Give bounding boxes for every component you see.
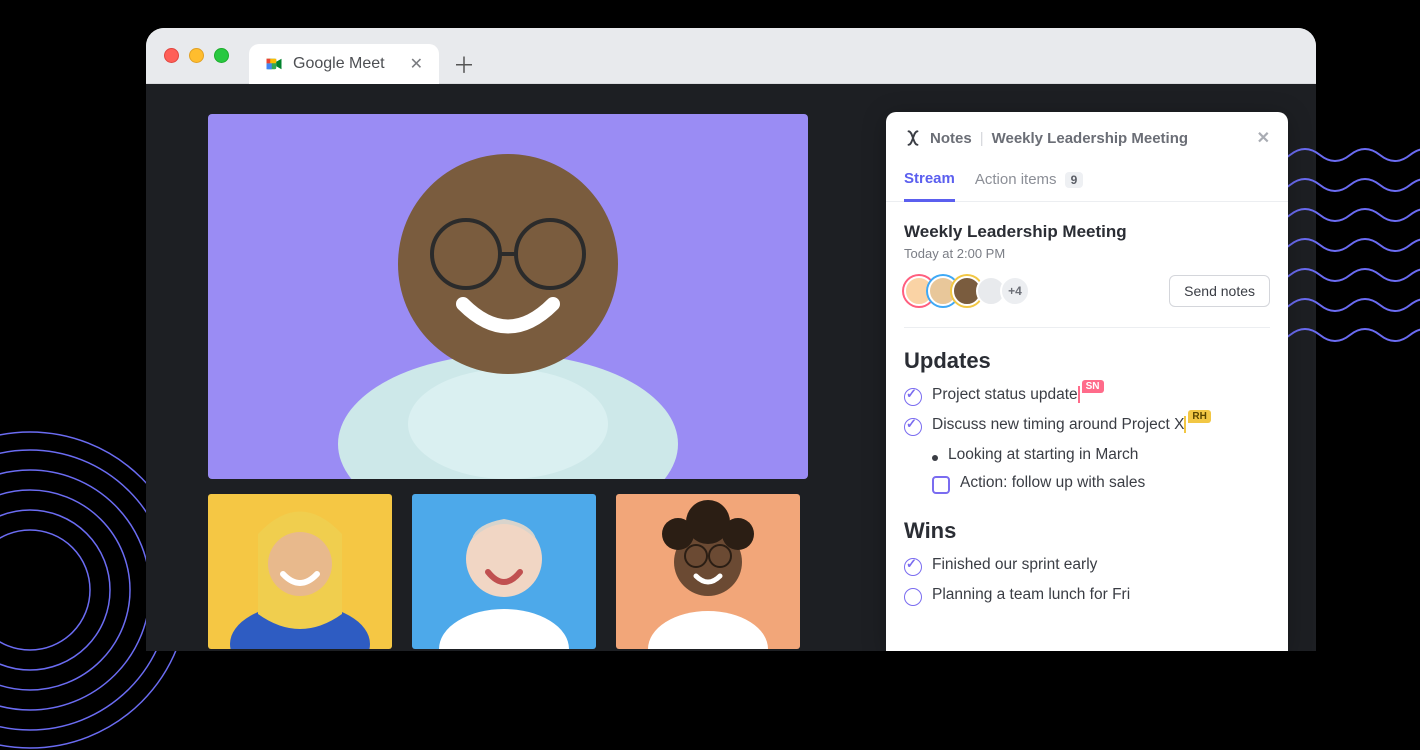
meeting-title: Weekly Leadership Meeting <box>904 222 1270 242</box>
browser-tab[interactable]: Google Meet ✕ <box>249 44 439 84</box>
new-tab-button[interactable]: ＋ <box>453 48 475 80</box>
panel-header: Notes | Weekly Leadership Meeting ✕ <box>886 112 1288 160</box>
meeting-time: Today at 2:00 PM <box>904 246 1270 261</box>
attendees-more[interactable]: +4 <box>1000 276 1030 306</box>
video-tile[interactable] <box>412 494 596 649</box>
panel-label-notes: Notes <box>930 130 972 147</box>
participant-avatar <box>208 494 392 649</box>
attendees-row: +4 Send notes <box>904 275 1270 307</box>
action-items-count: 9 <box>1065 172 1084 188</box>
participant-avatar <box>412 494 596 649</box>
send-notes-button[interactable]: Send notes <box>1169 275 1270 307</box>
window-controls <box>164 48 229 63</box>
note-subitem[interactable]: Looking at starting in March <box>932 446 1270 464</box>
participant-avatar <box>208 114 808 479</box>
checkbox-icon[interactable] <box>932 476 950 494</box>
close-window-button[interactable] <box>164 48 179 63</box>
check-icon <box>904 418 922 436</box>
panel-meeting-name: Weekly Leadership Meeting <box>992 130 1188 147</box>
check-icon <box>904 388 922 406</box>
note-item[interactable]: Planning a team lunch for Fri <box>904 586 1270 606</box>
panel-tabs: Stream Action items 9 <box>886 160 1288 202</box>
tab-title: Google Meet <box>293 55 400 73</box>
note-action-item[interactable]: Action: follow up with sales <box>932 474 1270 494</box>
browser-window: Google Meet ✕ ＋ <box>146 28 1316 651</box>
note-item[interactable]: Finished our sprint early <box>904 556 1270 576</box>
meet-favicon-icon <box>265 55 283 73</box>
bullet-icon <box>932 455 938 461</box>
minimize-window-button[interactable] <box>189 48 204 63</box>
tab-action-items[interactable]: Action items 9 <box>975 161 1083 200</box>
section-updates-heading: Updates <box>904 348 1270 374</box>
participant-avatar <box>616 494 800 649</box>
maximize-window-button[interactable] <box>214 48 229 63</box>
notes-panel: Notes | Weekly Leadership Meeting ✕ Stre… <box>886 112 1288 651</box>
tab-close-icon[interactable]: ✕ <box>410 54 423 74</box>
cursor-tag: RH <box>1188 410 1210 423</box>
note-item[interactable]: Discuss new timing around Project X​RH <box>904 416 1270 436</box>
video-tile[interactable] <box>616 494 800 649</box>
video-tile[interactable] <box>208 494 392 649</box>
browser-tab-bar: Google Meet ✕ ＋ <box>146 28 1316 84</box>
meet-viewport: Notes | Weekly Leadership Meeting ✕ Stre… <box>146 84 1316 651</box>
cursor-tag: SN <box>1082 380 1104 393</box>
panel-close-button[interactable]: ✕ <box>1257 128 1270 148</box>
note-item[interactable]: Project status update​SN <box>904 386 1270 406</box>
app-logo-icon <box>904 129 922 147</box>
main-video-tile[interactable] <box>208 114 808 479</box>
check-icon <box>904 558 922 576</box>
tab-stream[interactable]: Stream <box>904 160 955 202</box>
section-wins-heading: Wins <box>904 518 1270 544</box>
check-icon <box>904 588 922 606</box>
